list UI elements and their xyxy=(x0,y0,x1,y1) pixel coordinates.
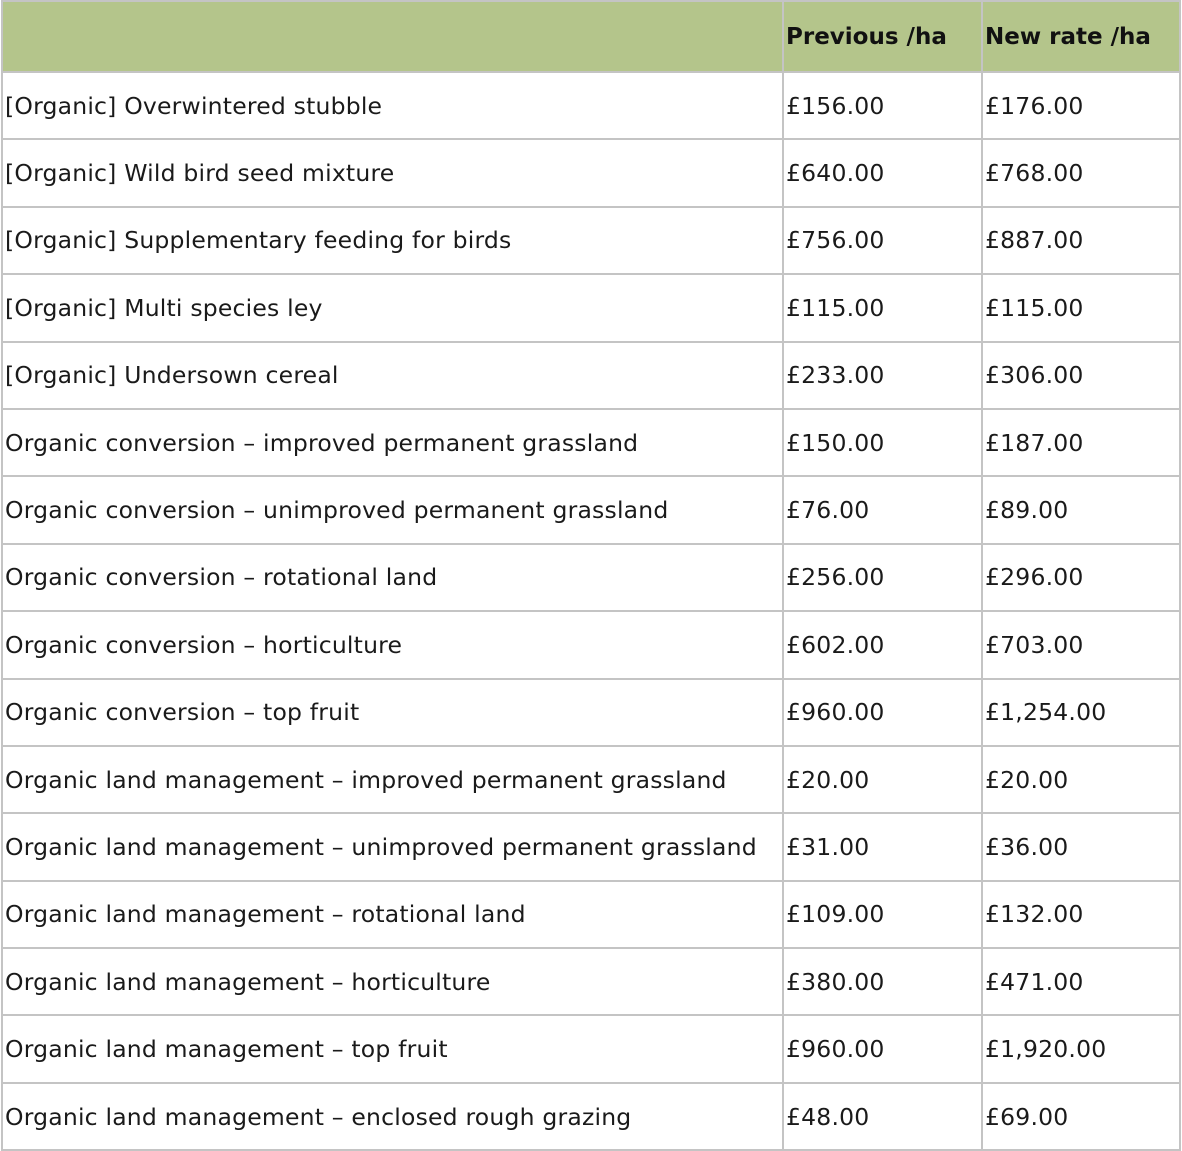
header-previous-rate: Previous /ha xyxy=(782,0,983,73)
previous-rate-cell: £156.00 xyxy=(782,70,983,141)
previous-rate-cell: £233.00 xyxy=(782,340,983,410)
previous-rate-cell: £20.00 xyxy=(782,744,983,815)
table-row: [Organic] Wild bird seed mixture £640.00 £… xyxy=(1,138,1181,208)
option-cell: [Organic] Supplementary feeding for bird… xyxy=(1,205,784,276)
option-cell: Organic conversion – unimproved permanen… xyxy=(1,475,784,545)
table-body: [Organic] Overwintered stubble £156.00 £17… xyxy=(1,70,1181,1151)
option-cell: Organic land management – improved perma… xyxy=(1,744,784,815)
new-rate-cell: £89.00 xyxy=(981,475,1181,545)
new-rate-cell: £176.00 xyxy=(981,70,1181,141)
option-cell: [Organic] Overwintered stubble xyxy=(1,70,784,141)
header-new-rate: New rate /ha xyxy=(981,0,1181,73)
previous-rate-cell: £76.00 xyxy=(782,475,983,545)
option-cell: Organic land management – unimproved per… xyxy=(1,812,784,882)
table-row: Organic land management – unimproved per… xyxy=(1,812,1181,882)
previous-rate-cell: £380.00 xyxy=(782,947,983,1017)
table-row: Organic conversion – top fruit £960.00 £1,… xyxy=(1,677,1181,747)
option-cell: [Organic] Multi species ley xyxy=(1,273,784,343)
table-header: Previous /ha New rate /ha xyxy=(1,0,1181,73)
table-row: [Organic] Overwintered stubble £156.00 £17… xyxy=(1,70,1181,141)
table-row: [Organic] Undersown cereal £233.00 £306.00 xyxy=(1,340,1181,410)
header-row: Previous /ha New rate /ha xyxy=(1,0,1181,73)
table-row: Organic land management – rotational lan… xyxy=(1,879,1181,950)
new-rate-cell: £36.00 xyxy=(981,812,1181,882)
previous-rate-cell: £602.00 xyxy=(782,610,983,680)
table-row: Organic conversion – unimproved permanen… xyxy=(1,475,1181,545)
new-rate-cell: £115.00 xyxy=(981,273,1181,343)
table-row: [Organic] Multi species ley £115.00 £115.0… xyxy=(1,273,1181,343)
previous-rate-cell: £109.00 xyxy=(782,879,983,950)
option-cell: Organic land management – rotational lan… xyxy=(1,879,784,950)
table-row: Organic land management – horticulture £3… xyxy=(1,947,1181,1017)
table-row: Organic land management – enclosed rough… xyxy=(1,1081,1181,1151)
new-rate-cell: £306.00 xyxy=(981,340,1181,410)
header-option xyxy=(1,0,784,73)
option-cell: [Organic] Wild bird seed mixture xyxy=(1,138,784,208)
table-row: Organic conversion – horticulture £602.00… xyxy=(1,610,1181,680)
table-row: Organic land management – top fruit £960.… xyxy=(1,1014,1181,1084)
new-rate-cell: £69.00 xyxy=(981,1081,1181,1151)
option-cell: Organic conversion – horticulture xyxy=(1,610,784,680)
option-cell: Organic conversion – improved permanent … xyxy=(1,407,784,478)
payment-rates-table: Previous /ha New rate /ha [Organic] Over… xyxy=(1,0,1181,1151)
previous-rate-cell: £960.00 xyxy=(782,1014,983,1084)
new-rate-cell: £1,920.00 xyxy=(981,1014,1181,1084)
previous-rate-cell: £48.00 xyxy=(782,1081,983,1151)
new-rate-cell: £132.00 xyxy=(981,879,1181,950)
previous-rate-cell: £150.00 xyxy=(782,407,983,478)
table-row: Organic conversion – improved permanent … xyxy=(1,407,1181,478)
previous-rate-cell: £960.00 xyxy=(782,677,983,747)
previous-rate-cell: £256.00 xyxy=(782,542,983,613)
table-row: Organic conversion – rotational land £256… xyxy=(1,542,1181,613)
option-cell: Organic land management – top fruit xyxy=(1,1014,784,1084)
new-rate-cell: £703.00 xyxy=(981,610,1181,680)
new-rate-cell: £187.00 xyxy=(981,407,1181,478)
option-cell: Organic land management – horticulture xyxy=(1,947,784,1017)
table-row: Organic land management – improved perma… xyxy=(1,744,1181,815)
new-rate-cell: £471.00 xyxy=(981,947,1181,1017)
table-row: [Organic] Supplementary feeding for bird… xyxy=(1,205,1181,276)
option-cell: Organic land management – enclosed rough… xyxy=(1,1081,784,1151)
previous-rate-cell: £756.00 xyxy=(782,205,983,276)
previous-rate-cell: £31.00 xyxy=(782,812,983,882)
new-rate-cell: £296.00 xyxy=(981,542,1181,613)
option-cell: Organic conversion – rotational land xyxy=(1,542,784,613)
new-rate-cell: £887.00 xyxy=(981,205,1181,276)
new-rate-cell: £1,254.00 xyxy=(981,677,1181,747)
previous-rate-cell: £640.00 xyxy=(782,138,983,208)
option-cell: Organic conversion – top fruit xyxy=(1,677,784,747)
option-cell: [Organic] Undersown cereal xyxy=(1,340,784,410)
new-rate-cell: £20.00 xyxy=(981,744,1181,815)
previous-rate-cell: £115.00 xyxy=(782,273,983,343)
new-rate-cell: £768.00 xyxy=(981,138,1181,208)
